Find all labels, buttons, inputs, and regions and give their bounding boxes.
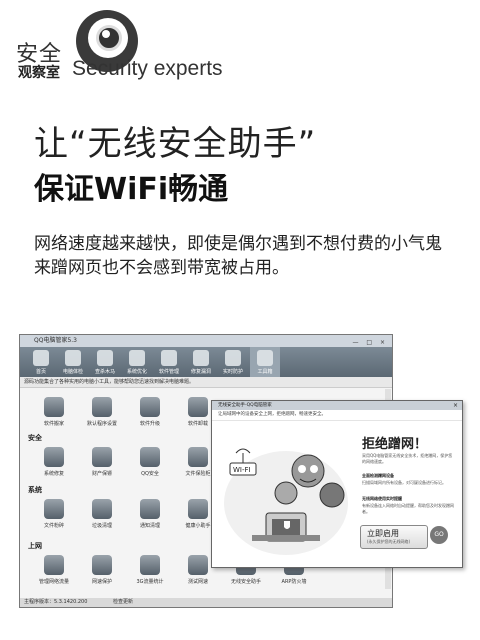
article-title-line1: 让“无线安全助手”	[34, 124, 317, 164]
dialog-description: 采用QQ电脑管家无线安全技术，拒绝蹭网，保护您的网络速度。	[362, 453, 453, 464]
wifi-illustration-icon: WI-FI	[224, 448, 348, 555]
feature1-desc: 扫描局域网内所有设备，对可疑设备进行标记。	[362, 480, 446, 485]
window-title: QQ电脑管家5.3	[34, 337, 77, 344]
wifi-router-label: WI-FI	[233, 466, 251, 474]
tool-item: 3G流量统计	[126, 555, 174, 585]
enable-now-sublabel: (永久保护您的无线网络)	[367, 539, 411, 544]
tool-row: 软件搬家 默认程序设置 软件升级 软件卸载	[30, 397, 230, 427]
dialog-heading: 拒绝蹭网！	[362, 437, 428, 452]
tool-home: 首页	[26, 347, 56, 377]
dialog-title-bar: 无线安全助手-QQ电脑管家 ×	[212, 401, 462, 410]
wifi-assistant-dialog: 无线安全助手-QQ电脑管家 × 让局域网中的设备安全上网，拒绝蹭网，畅速更安全。…	[211, 400, 463, 568]
tool-antivirus: 查杀木马	[90, 347, 120, 377]
article-title-line2: 保证WiFi畅通	[34, 172, 229, 207]
tool-toolbox: 工具箱	[250, 347, 280, 377]
check-update-text: 检查更新	[113, 599, 134, 605]
feature2-title: 无线网络使用实时提醒	[362, 496, 402, 501]
section-label-system: 系统	[28, 486, 42, 494]
feature1-title: 全面检测蹭网设备	[362, 473, 394, 478]
status-bar: 主程序版本：5.3.1420.200 检查更新	[20, 598, 392, 607]
tool-item: 财产保镖	[78, 447, 126, 477]
tool-patch: 修复漏洞	[186, 347, 216, 377]
tool-item: 文件粉碎	[30, 499, 78, 529]
tool-item: 软件搬家	[30, 397, 78, 427]
column-subtitle: Security experts	[72, 57, 223, 80]
window-controls-icon: — □ ×	[352, 339, 388, 346]
info-bar: 源码功能集合了各种实用的电脑小工具，能够帮助您迅速找到解决电脑难题。	[20, 377, 392, 388]
close-icon: ×	[452, 402, 458, 409]
section-label-security: 安全	[28, 434, 42, 442]
dialog-title: 无线安全助手-QQ电脑管家	[218, 403, 272, 408]
tool-item: 垃圾清理	[78, 499, 126, 529]
tool-item: 网速保护	[78, 555, 126, 585]
tool-row: 系统修复 财产保镖 QQ安全 文件保险柜	[30, 447, 230, 477]
go-button[interactable]: GO	[430, 526, 448, 544]
tool-checkup: 电脑体检	[58, 347, 88, 377]
enable-now-label: 立即启用	[367, 529, 399, 538]
tool-item: 管理网络流量	[30, 555, 78, 585]
enable-now-button[interactable]: 立即启用 (永久保护您的无线网络)	[360, 525, 428, 549]
tool-item: 通知清理	[126, 499, 174, 529]
section-label-internet: 上网	[28, 542, 42, 550]
tool-item: 系统修复	[30, 447, 78, 477]
tool-optimize: 系统优化	[122, 347, 152, 377]
toolbar: 首页 电脑体检 查杀木马 系统优化 软件管理 修复漏洞 实时防护 工具箱	[20, 347, 392, 377]
column-badge: 安全 观察室 Security experts	[16, 10, 256, 82]
article-lead: 网络速度越来越快，即使是偶尔遇到不想付费的小气鬼来蹭网页也不会感到带宽被占用。	[34, 234, 442, 278]
window-title-bar: QQ电脑管家5.3 — □ ×	[20, 335, 392, 347]
tool-protect: 实时防护	[218, 347, 248, 377]
version-text: 主程序版本：5.3.1420.200	[24, 599, 88, 605]
column-name-observatory: 观察室	[18, 65, 60, 81]
tool-item: 软件升级	[126, 397, 174, 427]
feature2-desc: 有新设备连入网络时自动提醒，帮助您及时发现蹭网者。	[362, 503, 454, 514]
dialog-subtitle: 让局域网中的设备安全上网，拒绝蹭网，畅速更安全。	[212, 410, 462, 421]
tool-software: 软件管理	[154, 347, 184, 377]
tool-item: 默认程序设置	[78, 397, 126, 427]
tool-item: QQ安全	[126, 447, 174, 477]
tool-row: 文件粉碎 垃圾清理 通知清理 健康小助手	[30, 499, 230, 529]
